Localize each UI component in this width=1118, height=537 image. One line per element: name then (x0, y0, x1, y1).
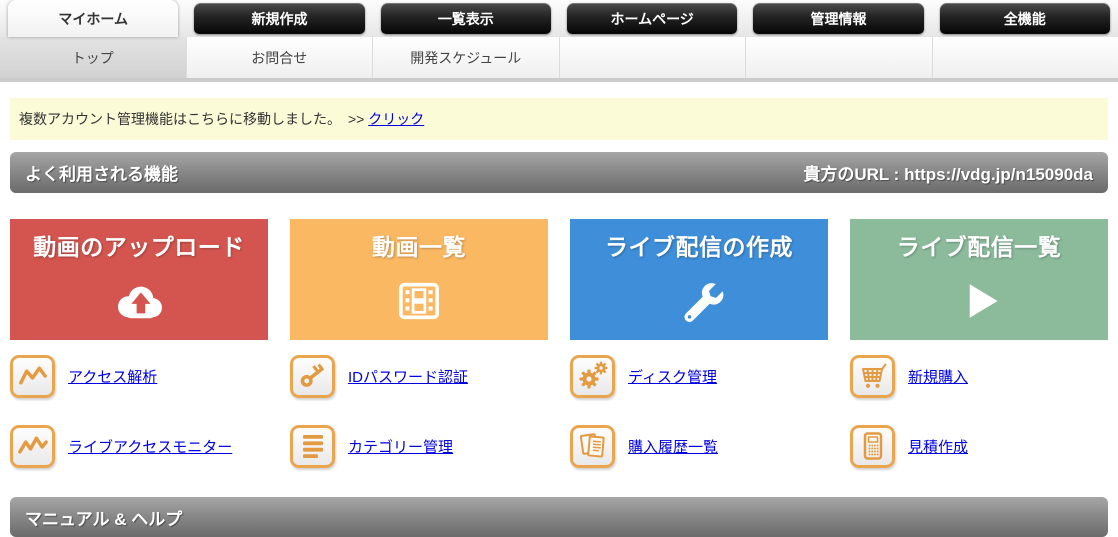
notice-click-link[interactable]: クリック (368, 109, 424, 129)
quick-link-label[interactable]: ディスク管理 (628, 366, 717, 387)
subtab-empty-3 (932, 37, 1118, 78)
section-title: よく利用される機能 (25, 160, 178, 185)
subtab-top[interactable]: トップ (0, 37, 186, 78)
documents-icon[interactable] (570, 425, 615, 468)
subtab-contact[interactable]: お問合せ (186, 37, 373, 78)
tile-label: ライブ配信一覧 (897, 228, 1062, 262)
tab-all-functions[interactable]: 全機能 (940, 3, 1110, 34)
subtab-empty-1 (559, 37, 746, 78)
sub-tab-bar: トップ お問合せ 開発スケジュール (0, 37, 1118, 78)
quick-link-purchase-history: 購入履歴一覧 (570, 422, 828, 470)
tab-homepage[interactable]: ホームページ (567, 3, 737, 34)
tab-new-create[interactable]: 新規作成 (194, 3, 364, 34)
tile-video-upload[interactable]: 動画のアップロード (10, 219, 268, 340)
section-title: マニュアル & ヘルプ (25, 505, 182, 530)
quick-link-id-password: IDパスワード認証 (290, 352, 548, 400)
quick-link-label[interactable]: 新規購入 (908, 366, 968, 387)
cart-icon[interactable] (850, 355, 895, 398)
tab-list-view[interactable]: 一覧表示 (381, 3, 551, 34)
quick-link-label[interactable]: ライブアクセスモニター (68, 436, 232, 457)
wrench-icon (674, 262, 724, 340)
manual-help-header: マニュアル & ヘルプ (10, 497, 1108, 537)
frequent-functions-header: よく利用される機能 貴方のURL : https://vdg.jp/n15090… (10, 152, 1108, 193)
tile-label: 動画のアップロード (33, 228, 245, 262)
notice-text: 複数アカウント管理機能はこちらに移動しました。 >> (19, 109, 368, 129)
notice-bar: 複数アカウント管理機能はこちらに移動しました。 >> クリック (10, 98, 1108, 140)
tile-live-list[interactable]: ライブ配信一覧 (850, 219, 1108, 340)
tile-video-list[interactable]: 動画一覧 (290, 219, 548, 340)
tile-label: ライブ配信の作成 (605, 228, 793, 262)
gears-icon[interactable] (570, 355, 615, 398)
quick-link-label[interactable]: カテゴリー管理 (348, 436, 453, 457)
quick-link-live-access-monitor: ライブアクセスモニター (10, 422, 268, 470)
quick-link-category-management: カテゴリー管理 (290, 422, 548, 470)
tile-live-create[interactable]: ライブ配信の作成 (570, 219, 828, 340)
subtab-empty-2 (745, 37, 932, 78)
quick-link-label[interactable]: アクセス解析 (68, 366, 157, 387)
film-icon (390, 262, 448, 340)
quick-links: アクセス解析 IDパスワード認証 (10, 352, 1108, 470)
tab-admin-info[interactable]: 管理情報 (753, 3, 923, 34)
tile-label: 動画一覧 (372, 228, 466, 262)
quick-link-quote-creation: 見積作成 (850, 422, 1108, 470)
main-tab-bar: マイホーム 新規作成 一覧表示 ホームページ 管理情報 全機能 (0, 0, 1118, 37)
feature-tiles: 動画のアップロード 動画一覧 (10, 219, 1108, 340)
cloud-upload-icon (108, 262, 170, 340)
quick-link-label[interactable]: 購入履歴一覧 (628, 436, 718, 457)
quick-link-access-analytics: アクセス解析 (10, 352, 268, 400)
line-chart-icon[interactable] (10, 355, 55, 398)
tab-my-home[interactable]: マイホーム (8, 0, 178, 37)
calculator-icon[interactable] (850, 425, 895, 468)
quick-link-disk-management: ディスク管理 (570, 352, 828, 400)
quick-link-new-purchase: 新規購入 (850, 352, 1108, 400)
live-chart-icon[interactable] (10, 425, 55, 468)
spacer (0, 82, 1118, 98)
your-url-text: 貴方のURL : https://vdg.jp/n15090da (803, 160, 1093, 185)
subtab-dev-schedule[interactable]: 開発スケジュール (372, 37, 559, 78)
play-icon (953, 262, 1005, 340)
quick-link-label[interactable]: 見積作成 (908, 436, 968, 457)
key-icon[interactable] (290, 355, 335, 398)
quick-link-label[interactable]: IDパスワード認証 (348, 366, 468, 387)
list-icon[interactable] (290, 425, 335, 468)
